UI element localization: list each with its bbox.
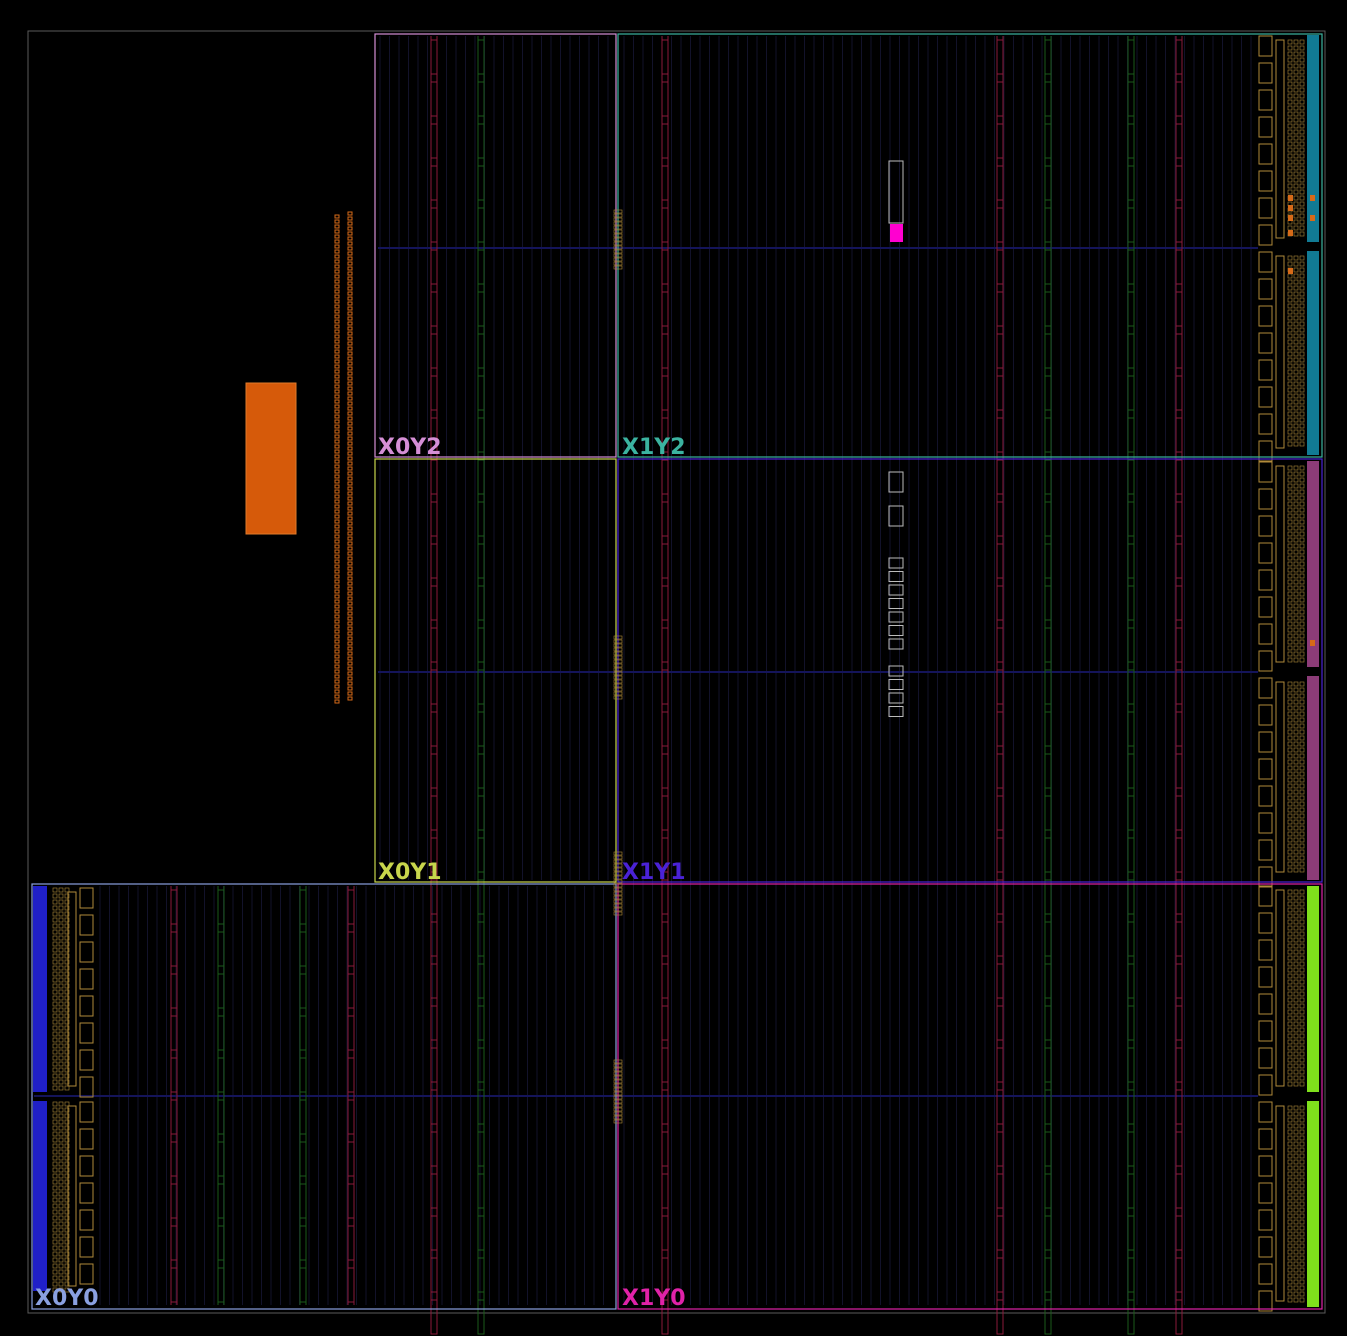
placed-io [1288, 205, 1293, 211]
placed-io [1288, 215, 1293, 221]
placed-io [1310, 215, 1315, 221]
io-bank-strip-left [33, 1101, 47, 1291]
io-bank-strip [1307, 886, 1319, 1092]
io-bank-strip [1307, 676, 1319, 880]
io-bank-strip-left [33, 886, 47, 1092]
io-bank-strip [1307, 461, 1319, 667]
large-placed-block [245, 382, 297, 535]
placed-io [1288, 195, 1293, 201]
canvas-background [0, 0, 1347, 1336]
io-bank-strip [1307, 251, 1319, 455]
highlighted-placed-cell [890, 224, 903, 242]
io-bank-strip [1307, 1101, 1319, 1307]
region-label-x1y2: X1Y2 [622, 435, 686, 460]
placed-io [1310, 640, 1315, 646]
placed-io [1310, 195, 1315, 201]
region-label-x0y1: X0Y1 [378, 860, 442, 885]
region-label-x0y2: X0Y2 [378, 435, 442, 460]
region-label-x1y1: X1Y1 [622, 860, 686, 885]
io-bank-strip [1307, 35, 1319, 242]
placed-io [1288, 268, 1293, 274]
placed-io [1288, 230, 1293, 236]
region-label-x1y0: X1Y0 [622, 1286, 686, 1311]
device-floorplan-canvas[interactable] [0, 0, 1347, 1336]
region-label-x0y0: X0Y0 [35, 1286, 99, 1311]
